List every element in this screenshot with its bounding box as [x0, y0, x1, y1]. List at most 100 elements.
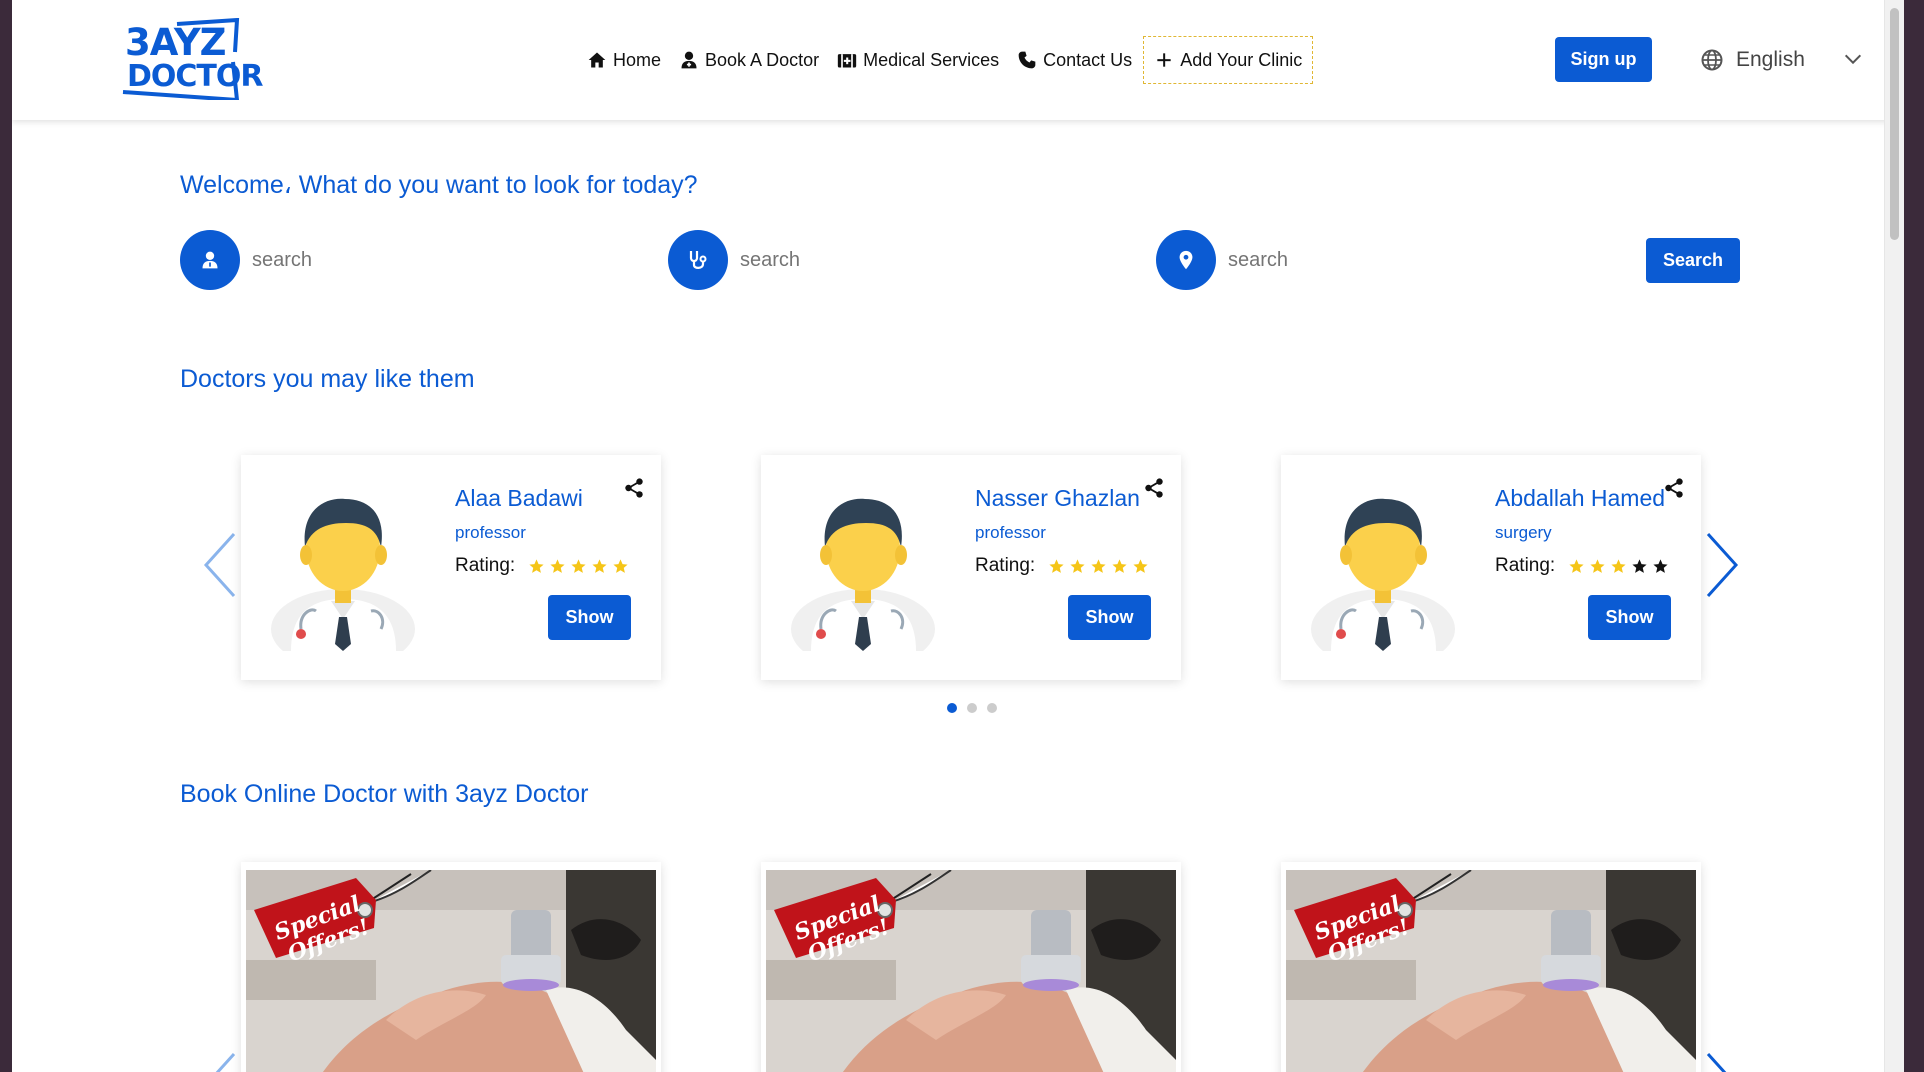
doctor-name[interactable]: Nasser Ghazlan: [975, 485, 1140, 512]
nav-contact-us-label: Contact Us: [1043, 49, 1133, 70]
pagination-dot[interactable]: [967, 703, 977, 713]
nav-add-clinic[interactable]: Add Your Clinic: [1143, 36, 1314, 84]
signup-button[interactable]: Sign up: [1555, 37, 1652, 82]
carousel-pagination: [947, 703, 997, 713]
chevron-down-icon: [1844, 54, 1862, 65]
doctor-avatar: [1311, 498, 1455, 651]
home-icon: [588, 52, 606, 68]
special-offer-image: Special Offers!: [766, 870, 1176, 1072]
nav-home[interactable]: Home: [578, 36, 670, 84]
nav-medical-services-label: Medical Services: [863, 49, 1000, 70]
main-nav: Home Book A Doctor Medical Services Cont…: [578, 36, 1314, 84]
plus-icon: [1157, 53, 1171, 67]
pagination-dot[interactable]: [947, 703, 957, 713]
show-doctor-button[interactable]: Show: [548, 595, 631, 640]
star-filled-icon: [592, 558, 607, 573]
share-icon[interactable]: [1143, 477, 1165, 499]
rating-stars: [1048, 558, 1149, 575]
doctor-name[interactable]: Abdallah Hamed: [1495, 485, 1665, 512]
location-search-input[interactable]: [1228, 248, 1528, 272]
offers-next-arrow-icon[interactable]: [1702, 1050, 1742, 1072]
offers-section-title: Book Online Doctor with 3ayz Doctor: [180, 780, 589, 808]
star-filled-icon: [1590, 558, 1605, 573]
doctor-search-input[interactable]: [252, 248, 552, 272]
doctor-rating: Rating:: [455, 555, 629, 577]
logo[interactable]: 3AYZ DOCTOR: [115, 17, 263, 103]
doctor-avatar: [791, 498, 935, 651]
browser-viewport: 3AYZ DOCTOR Home Book A Doctor Medical S…: [12, 0, 1904, 1072]
welcome-heading: Welcome، What do you want to look for to…: [180, 171, 698, 199]
doctor-card[interactable]: Alaa Badawi professor Rating: Show: [241, 455, 661, 680]
nav-medical-services[interactable]: Medical Services: [828, 36, 1008, 84]
rating-stars: [1568, 558, 1669, 575]
language-label: English: [1736, 48, 1805, 71]
star-filled-icon: [613, 558, 628, 573]
share-icon[interactable]: [623, 477, 645, 499]
star-filled-icon: [1569, 558, 1584, 573]
globe-icon: [1701, 49, 1723, 71]
specialty-search: [668, 230, 1040, 290]
location-pin-icon: [1179, 250, 1193, 270]
doctors-section-title: Doctors you may like them: [180, 365, 475, 393]
show-doctor-button[interactable]: Show: [1588, 595, 1671, 640]
doctor-name[interactable]: Alaa Badawi: [455, 485, 583, 512]
nav-book-doctor[interactable]: Book A Doctor: [670, 36, 828, 84]
rating-stars: [528, 558, 629, 575]
star-filled-icon: [1091, 558, 1106, 573]
doctor-icon: [202, 251, 218, 269]
phone-icon: [1018, 51, 1036, 69]
nav-book-doctor-label: Book A Doctor: [705, 49, 820, 70]
logo-line-2: DOCTOR: [127, 59, 263, 94]
doctor-avatar: [271, 498, 415, 651]
star-empty-icon: [1653, 558, 1668, 573]
carousel-next-arrow-icon[interactable]: [1702, 530, 1742, 600]
star-filled-icon: [550, 558, 565, 573]
star-filled-icon: [1611, 558, 1626, 573]
scrollbar-thumb[interactable]: [1890, 8, 1899, 240]
specialty-search-circle: [668, 230, 728, 290]
location-search-circle: [1156, 230, 1216, 290]
page-scrollbar[interactable]: [1884, 0, 1904, 1072]
show-doctor-button[interactable]: Show: [1068, 595, 1151, 640]
doctor-title: surgery: [1495, 523, 1552, 542]
site-header: 3AYZ DOCTOR Home Book A Doctor Medical S…: [12, 0, 1904, 120]
doctor-search-circle: [180, 230, 240, 290]
star-filled-icon: [1133, 558, 1148, 573]
offer-card[interactable]: Special Offers!: [1281, 862, 1701, 1072]
pagination-dot[interactable]: [987, 703, 997, 713]
stethoscope-icon: [689, 251, 707, 269]
search-button[interactable]: Search: [1646, 238, 1740, 283]
rating-label: Rating:: [1495, 555, 1556, 576]
offer-card[interactable]: Special Offers!: [241, 862, 661, 1072]
doctor-card[interactable]: Nasser Ghazlan professor Rating: Show: [761, 455, 1181, 680]
special-offer-image: Special Offers!: [246, 870, 656, 1072]
nav-home-label: Home: [613, 49, 662, 70]
star-filled-icon: [1049, 558, 1064, 573]
logo-line-1: 3AYZ: [125, 21, 226, 64]
doctor-card[interactable]: Abdallah Hamed surgery Rating: Show: [1281, 455, 1701, 680]
doctor-rating: Rating:: [1495, 555, 1669, 577]
carousel-prev-arrow-icon[interactable]: [200, 530, 240, 600]
offers-prev-arrow-icon[interactable]: [200, 1050, 240, 1072]
nav-contact-us[interactable]: Contact Us: [1008, 36, 1141, 84]
nav-add-clinic-label: Add Your Clinic: [1180, 49, 1303, 70]
star-filled-icon: [1070, 558, 1085, 573]
specialty-search-input[interactable]: [740, 248, 1040, 272]
doctor-title: professor: [455, 523, 526, 542]
rating-label: Rating:: [455, 555, 516, 576]
doctor-rating: Rating:: [975, 555, 1149, 577]
rating-label: Rating:: [975, 555, 1036, 576]
special-offer-image: Special Offers!: [1286, 870, 1696, 1072]
location-search: [1156, 230, 1528, 290]
language-select[interactable]: English: [1700, 40, 1862, 80]
star-filled-icon: [529, 558, 544, 573]
share-icon[interactable]: [1663, 477, 1685, 499]
doctor-icon: [681, 51, 697, 69]
star-empty-icon: [1632, 558, 1647, 573]
medical-kit-icon: [837, 54, 857, 68]
star-filled-icon: [571, 558, 586, 573]
offer-card[interactable]: Special Offers!: [761, 862, 1181, 1072]
doctor-title: professor: [975, 523, 1046, 542]
star-filled-icon: [1112, 558, 1127, 573]
page: 3AYZ DOCTOR Home Book A Doctor Medical S…: [12, 0, 1904, 1072]
